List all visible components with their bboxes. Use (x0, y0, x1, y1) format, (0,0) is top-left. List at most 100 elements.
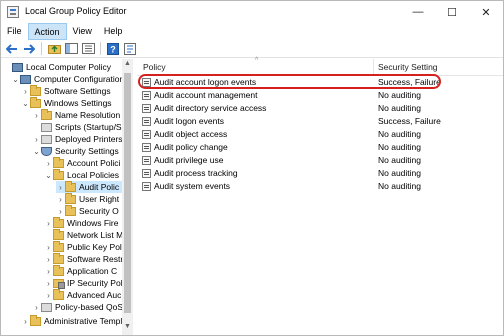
folder-icon (53, 240, 64, 252)
policy-name: Audit directory service access (154, 103, 267, 113)
chevron-right-icon[interactable]: › (44, 279, 53, 288)
chevron-right-icon[interactable]: › (44, 243, 53, 252)
close-button[interactable]: ✕ (469, 1, 503, 23)
lock-folder-icon (53, 278, 65, 289)
minimize-icon: — (412, 6, 424, 18)
tree-node-label: IP Security Pol (67, 278, 123, 288)
chevron-right-icon[interactable]: › (32, 135, 41, 144)
folder-icon (65, 204, 76, 216)
back-button[interactable] (5, 42, 19, 56)
tree-node-windows-firewall[interactable]: › Windows Fire (44, 216, 118, 229)
up-one-level-button[interactable] (47, 42, 61, 56)
tree-node-label: Policy-based QoS (55, 302, 124, 312)
chevron-right-icon[interactable]: › (44, 159, 53, 168)
tree-node-user-rights[interactable]: › User Right (56, 192, 120, 205)
chevron-right-icon[interactable]: › (44, 291, 53, 300)
tree-node-local-policies[interactable]: ⌄ Local Policies (44, 168, 119, 181)
policy-item-icon (142, 130, 151, 139)
chevron-down-icon[interactable]: ⌄ (44, 171, 53, 180)
chevron-right-icon[interactable]: › (44, 219, 53, 228)
folder-icon (41, 108, 52, 120)
column-header-security-setting[interactable]: Security Setting (378, 59, 438, 75)
policy-name: Audit system events (154, 181, 231, 191)
svg-text:?: ? (110, 44, 116, 54)
tree-node-public-key-policies[interactable]: › Public Key Pol (44, 240, 122, 253)
tree-node-security-settings[interactable]: ⌄ Security Settings (32, 145, 119, 157)
table-row[interactable]: Audit account management No auditing (137, 89, 503, 102)
chevron-right-icon[interactable]: › (44, 255, 53, 264)
tree-node-label: Security Settings (55, 146, 119, 156)
scrollbar-thumb[interactable] (124, 73, 131, 313)
chevron-right-icon[interactable]: › (56, 195, 65, 204)
tree-node-application-control[interactable]: › Application C (44, 264, 117, 277)
chevron-right-icon[interactable]: › (21, 317, 30, 326)
chevron-down-icon[interactable]: ⌄ (21, 99, 30, 108)
tree-node-computer-configuration[interactable]: ⌄ Computer Configuration (11, 73, 124, 85)
menu-action[interactable]: Action (27, 23, 67, 40)
scroll-up-icon[interactable]: ▲ (122, 60, 133, 71)
tree-node-windows-settings[interactable]: ⌄ Windows Settings (21, 96, 112, 109)
table-row[interactable]: Audit system events No auditing (137, 180, 503, 193)
table-row[interactable]: Audit policy change No auditing (137, 141, 503, 154)
policy-name: Audit object access (154, 129, 228, 139)
tree-node-account-policies[interactable]: › Account Polici (44, 156, 121, 169)
policy-item-icon (142, 117, 151, 126)
tree-node-audit-policy[interactable]: › Audit Polic (56, 180, 122, 193)
policy-name: Audit policy change (154, 142, 228, 152)
scroll-down-icon[interactable]: ▼ (122, 323, 133, 334)
chevron-right-icon[interactable]: › (32, 111, 41, 120)
tree-node-administrative-templates[interactable]: › Administrative Templ (21, 314, 122, 327)
column-separator[interactable] (373, 59, 374, 75)
export-list-button[interactable] (81, 42, 95, 56)
table-row[interactable]: Audit privilege use No auditing (137, 154, 503, 167)
policy-item-icon (142, 104, 151, 113)
tree-node-label: User Right (79, 194, 120, 204)
tree-node-security-options[interactable]: › Security O (56, 204, 119, 217)
show-hide-console-tree-button[interactable] (64, 42, 78, 56)
chevron-right-icon[interactable]: › (21, 87, 30, 96)
minimize-button[interactable]: — (401, 1, 435, 23)
maximize-icon: ☐ (447, 6, 457, 19)
chevron-right-icon[interactable]: › (32, 303, 41, 312)
menu-file[interactable]: File (1, 23, 28, 40)
table-row[interactable]: Audit directory service access No auditi… (137, 102, 503, 115)
folder-icon (53, 216, 64, 228)
tree-node-label: Local Computer Policy (26, 62, 112, 72)
tree-node-label: Scripts (Startup/Sl (55, 122, 124, 132)
tree-node-label: Advanced Auc (67, 290, 122, 300)
tree-node-software-restriction[interactable]: › Software Restri (44, 252, 125, 265)
chevron-down-icon[interactable]: ⌄ (32, 147, 41, 156)
chevron-right-icon[interactable]: › (44, 267, 53, 276)
column-header-policy[interactable]: Policy (143, 59, 166, 75)
tree-node-advanced-audit[interactable]: › Advanced Auc (44, 288, 122, 301)
tree-node-scripts[interactable]: Scripts (Startup/Sl (32, 121, 124, 133)
tree-node-name-resolution[interactable]: › Name Resolution (32, 108, 120, 121)
chart-icon (41, 302, 52, 312)
table-row[interactable]: Audit object access No auditing (137, 128, 503, 141)
back-arrow-icon (6, 43, 17, 54)
table-row[interactable]: Audit logon events Success, Failure (137, 115, 503, 128)
forward-button[interactable] (22, 42, 36, 56)
help-button[interactable]: ? (106, 42, 120, 56)
menu-view[interactable]: View (67, 23, 98, 40)
tree-node-label: Software Settings (44, 86, 111, 96)
tree-scrollbar[interactable]: ▲ ▼ (122, 59, 133, 335)
tree-node-network-list[interactable]: Network List M (44, 228, 123, 241)
tree-node-software-settings[interactable]: › Software Settings (21, 84, 111, 97)
menu-help[interactable]: Help (98, 23, 129, 40)
tree-node-local-computer-policy[interactable]: Local Computer Policy (3, 61, 111, 73)
details-pane: ^ Policy Security Setting Audit account … (137, 57, 503, 335)
tree-node-ip-security[interactable]: › IP Security Pol (44, 277, 123, 289)
tree-node-deployed-printers[interactable]: › Deployed Printers (32, 133, 122, 145)
security-setting: No auditing (378, 142, 422, 152)
chevron-right-icon[interactable]: › (56, 207, 65, 216)
table-row[interactable]: Audit process tracking No auditing (137, 167, 503, 180)
chevron-down-icon[interactable]: ⌄ (11, 75, 20, 84)
tree-node-label: Public Key Pol (67, 242, 122, 252)
properties-button[interactable] (123, 42, 137, 56)
policy-item-icon (142, 182, 151, 191)
tree-node-label: Account Polici (67, 158, 121, 168)
chevron-right-icon[interactable]: › (56, 183, 65, 192)
tree-node-policy-based-qos[interactable]: › Policy-based QoS (32, 301, 123, 313)
maximize-button[interactable]: ☐ (435, 1, 469, 23)
